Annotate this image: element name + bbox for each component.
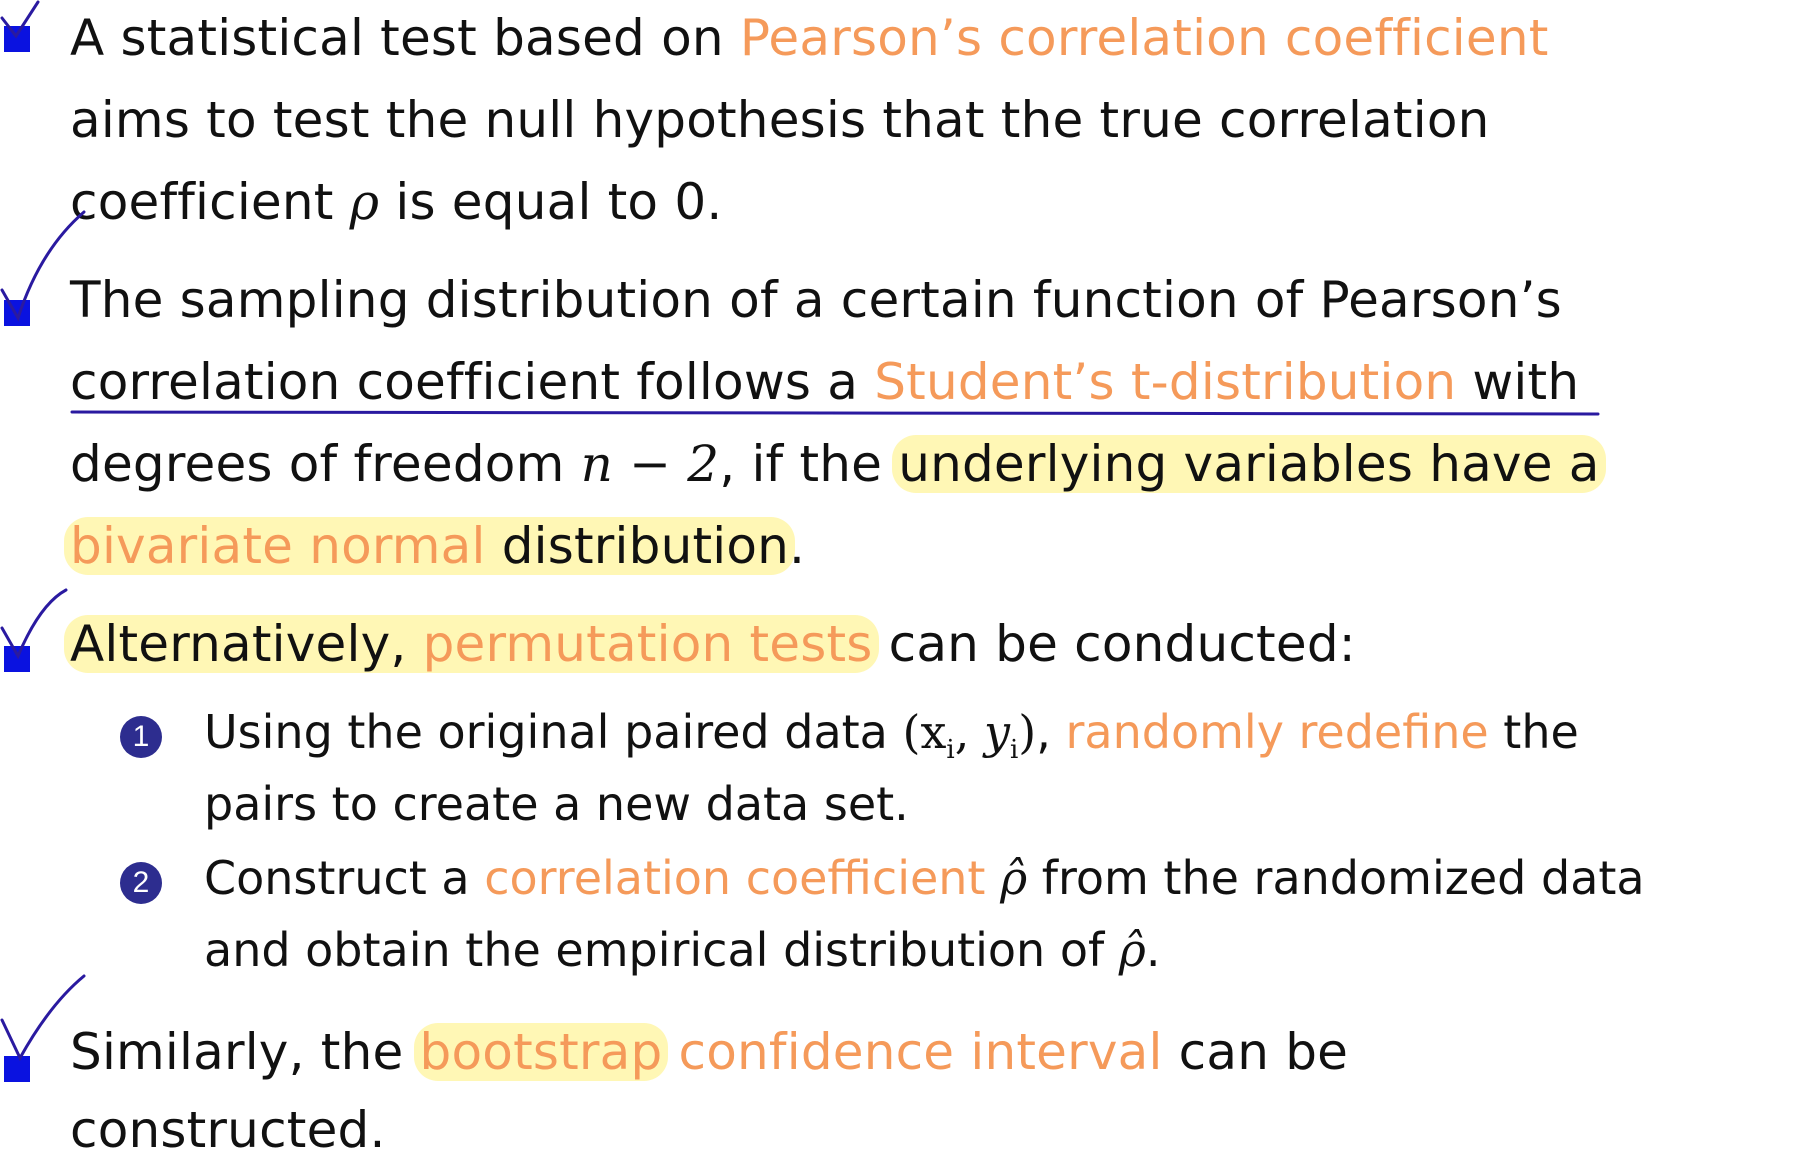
highlight-bivariate: bivariate normal distribution [64,517,796,575]
step-1-line-2: pairs to create a new data set. [204,777,909,831]
highlight-alternatively: Alternatively, permutation tests [64,615,879,673]
randomly-redefine-link: randomly redefine [1065,705,1489,759]
bullet-2-line-4: bivariate normal distribution. [64,514,805,578]
numbered-circle-icon: 1 [120,716,162,758]
correlation-coefficient-link: correlation coefficient [484,851,986,905]
bullet-1-line-1: A statistical test based on Pearson’s co… [70,9,1549,67]
highlight-underlying: underlying variables have a [892,435,1606,493]
bullet-1-line-3: coefficient ρ is equal to 0. [70,173,723,231]
bullet-2-line-3: degrees of freedom n − 2, if the underly… [70,432,1606,496]
bullet-2-line-1: The sampling distribution of a certain f… [70,271,1562,329]
step-2-line-2: and obtain the empirical distribution of… [204,923,1161,977]
bullet-4-line-1: Similarly, the bootstrap confidence inte… [70,1023,1349,1081]
square-bullet-icon [4,26,30,52]
rho-hat: ρ̂ [1000,851,1028,905]
confidence-interval-link: confidence interval [662,1023,1163,1081]
permutation-tests-link: permutation tests [422,615,873,673]
highlight-bootstrap: bootstrap [413,1023,669,1081]
numbered-circle-icon: 2 [120,862,162,904]
rho-hat: ρ̂ [1118,923,1146,977]
step-2-line-1: Construct a correlation coefficient ρ̂ f… [204,851,1645,905]
square-bullet-icon [4,646,30,672]
bullet-4-line-2: constructed. [70,1101,386,1159]
bullet-1-line-2: aims to test the null hypothesis that th… [70,91,1490,149]
n-minus-2: n − 2 [580,435,720,493]
square-bullet-icon [4,300,30,326]
square-bullet-icon [4,1056,30,1082]
slide: A statistical test based on Pearson’s co… [0,0,1806,1162]
student-t-link: Student’s t-distribution [874,353,1457,411]
rho-symbol: ρ [349,173,380,231]
step-1-line-1: Using the original paired data (xi, yi),… [204,705,1579,766]
pearson-link: Pearson’s correlation coefficient [739,9,1549,67]
bullet-2-line-2: correlation coefficient follows a Studen… [70,353,1580,411]
paired-data-math: (xi, yi) [902,705,1037,766]
bullet-3-line-1: Alternatively, permutation tests can be … [64,612,1356,676]
